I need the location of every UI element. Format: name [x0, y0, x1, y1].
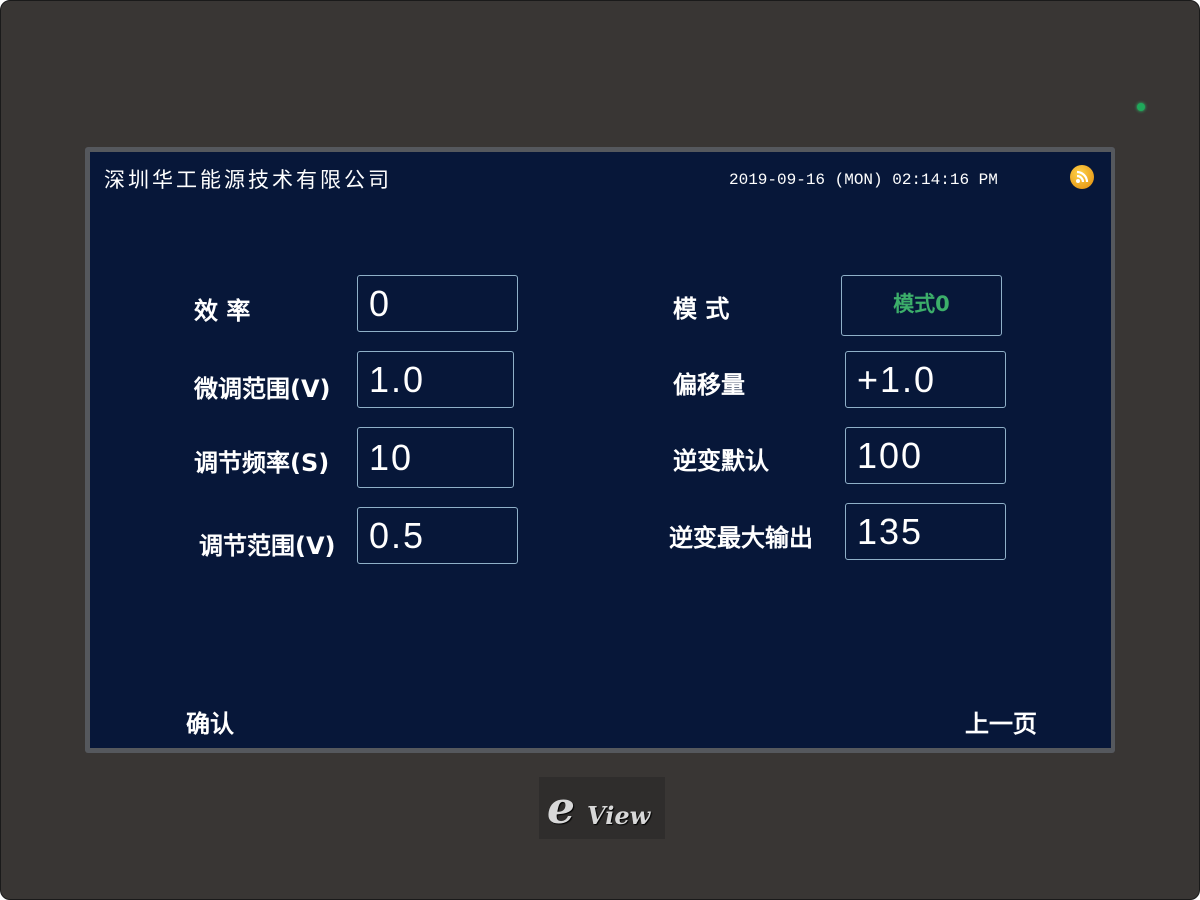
- logo-e-mark: e: [547, 783, 575, 834]
- adjust-range-input[interactable]: 0.5: [357, 507, 518, 564]
- adjust-frequency-input[interactable]: 10: [357, 427, 514, 488]
- mode-label: 模 式: [673, 295, 730, 323]
- offset-input[interactable]: +1.0: [845, 351, 1006, 408]
- fine-tune-range-label: 微调范围(V): [194, 375, 331, 403]
- mode-select-button[interactable]: 模式0: [841, 275, 1002, 336]
- prev-page-button[interactable]: 上一页: [965, 704, 1037, 739]
- power-led: [1137, 103, 1145, 111]
- fine-tune-range-input[interactable]: 1.0: [357, 351, 514, 408]
- inverter-default-input[interactable]: 100: [845, 427, 1006, 484]
- hmi-device: 深圳华工能源技术有限公司 2019-09-16 (MON) 02:14:16 P…: [0, 0, 1200, 900]
- inverter-default-label: 逆变默认: [673, 447, 769, 475]
- rss-icon: [1070, 165, 1094, 189]
- adjust-frequency-label: 调节频率(S): [194, 449, 330, 477]
- logo-view-text: View: [587, 801, 651, 830]
- company-name: 深圳华工能源技术有限公司: [104, 168, 392, 192]
- adjust-range-label: 调节范围(V): [199, 532, 336, 560]
- datetime-display: 2019-09-16 (MON) 02:14:16 PM: [729, 171, 998, 189]
- offset-label: 偏移量: [673, 371, 745, 399]
- inverter-max-output-label: 逆变最大输出: [669, 524, 813, 552]
- inverter-max-output-input[interactable]: 135: [845, 503, 1006, 560]
- efficiency-label: 效 率: [194, 297, 251, 325]
- confirm-button[interactable]: 确认: [186, 704, 234, 739]
- hmi-screen: 深圳华工能源技术有限公司 2019-09-16 (MON) 02:14:16 P…: [90, 152, 1111, 748]
- efficiency-input[interactable]: 0: [357, 275, 518, 332]
- eview-logo: e View: [539, 777, 665, 839]
